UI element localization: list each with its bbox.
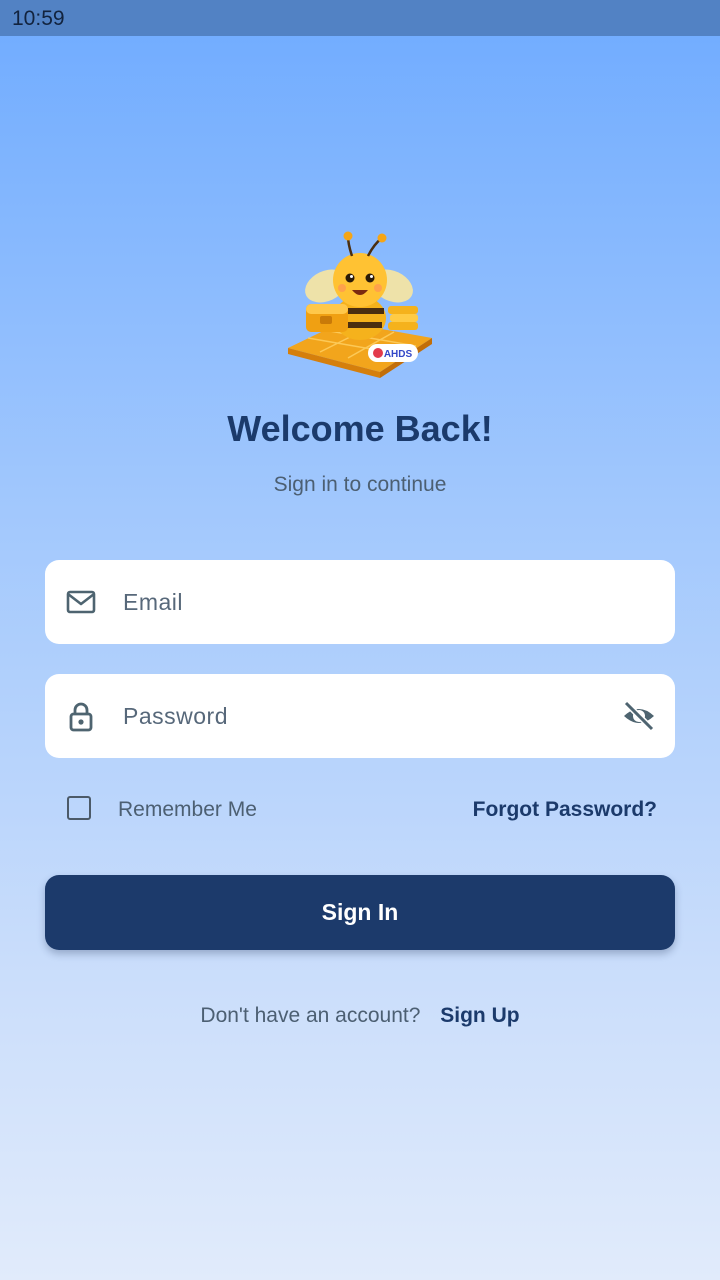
remember-me-label: Remember Me [118,798,257,821]
status-bar: 10:59 [0,0,720,36]
password-field[interactable] [45,674,675,758]
svg-text:AHDS: AHDS [384,349,413,360]
lock-icon [69,702,93,732]
email-input[interactable] [123,560,603,644]
page-title: Welcome Back! [227,408,493,449]
page-subtitle: Sign in to continue [273,473,447,496]
forgot-password-link[interactable]: Forgot Password? [473,798,657,822]
mail-icon [66,590,96,614]
signup-row: Don't have an account? Sign Up [0,1004,720,1028]
sign-up-link[interactable]: Sign Up [440,1004,519,1027]
password-input[interactable] [123,674,603,758]
eye-off-icon[interactable] [621,698,657,734]
email-field[interactable] [45,560,675,644]
bee-mascot-logo: AHDS [288,231,432,378]
sign-in-button[interactable]: Sign In [45,875,675,950]
status-time: 10:59 [12,7,65,30]
signup-prompt: Don't have an account? [200,1004,421,1027]
remember-me-checkbox[interactable] [67,796,91,820]
